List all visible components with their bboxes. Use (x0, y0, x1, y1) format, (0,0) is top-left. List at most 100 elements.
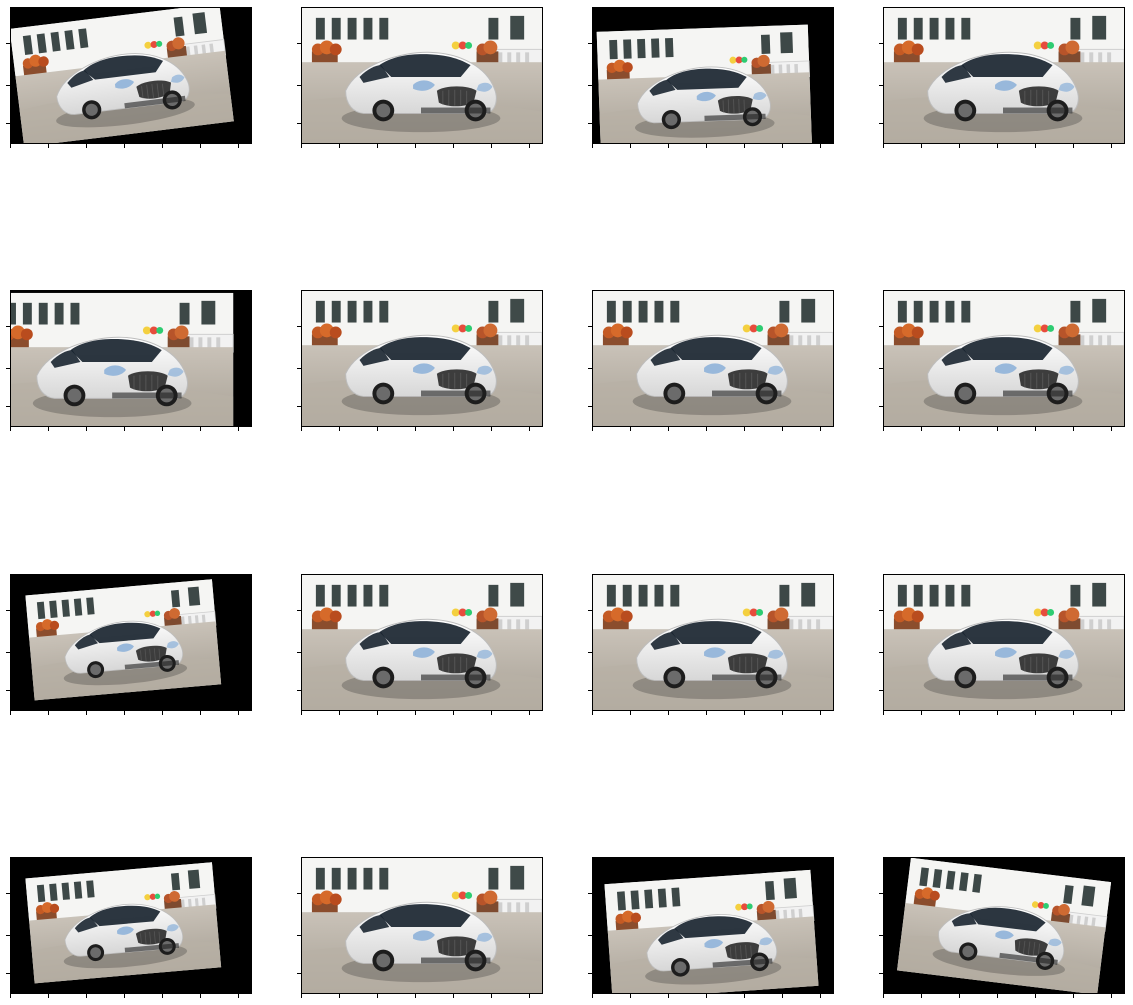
x-tick (921, 994, 922, 998)
x-tick (124, 994, 125, 998)
x-tick (744, 144, 745, 148)
x-tick (1035, 994, 1036, 998)
panel-image (302, 291, 542, 426)
x-tick (10, 427, 11, 431)
image-panel (592, 7, 834, 144)
x-tick (162, 144, 163, 148)
x-tick (10, 994, 11, 998)
y-tick (879, 893, 883, 894)
x-tick (200, 427, 201, 431)
x-tick (959, 144, 960, 148)
panel-image (884, 575, 1124, 710)
y-tick (588, 610, 592, 611)
panel-image (897, 858, 1112, 993)
x-tick (415, 427, 416, 431)
image-panel (10, 574, 252, 711)
y-tick (297, 973, 301, 974)
x-tick (959, 427, 960, 431)
y-tick (588, 85, 592, 86)
x-tick (883, 711, 884, 715)
x-tick (820, 711, 821, 715)
x-tick (921, 711, 922, 715)
panel-image (593, 575, 833, 710)
x-tick (529, 711, 530, 715)
x-tick (339, 427, 340, 431)
x-tick (377, 427, 378, 431)
x-tick (1035, 427, 1036, 431)
x-tick (48, 994, 49, 998)
image-panel (592, 290, 834, 427)
x-tick (1035, 711, 1036, 715)
image-panel (592, 857, 834, 994)
x-tick (959, 994, 960, 998)
panel-image (11, 292, 234, 426)
y-tick (879, 690, 883, 691)
x-tick (48, 144, 49, 148)
x-tick (668, 144, 669, 148)
x-tick (820, 994, 821, 998)
x-tick (820, 427, 821, 431)
x-tick (86, 711, 87, 715)
y-tick (297, 690, 301, 691)
x-tick (301, 994, 302, 998)
x-tick (491, 711, 492, 715)
y-tick (6, 368, 10, 369)
x-tick (339, 144, 340, 148)
panel-image (884, 8, 1124, 143)
x-tick (1111, 144, 1112, 148)
x-tick (630, 711, 631, 715)
y-tick (588, 406, 592, 407)
y-tick (588, 893, 592, 894)
x-tick (921, 144, 922, 148)
x-tick (124, 711, 125, 715)
image-panel (883, 574, 1125, 711)
y-tick (6, 973, 10, 974)
x-tick (453, 994, 454, 998)
x-tick (744, 711, 745, 715)
panel-image (302, 8, 542, 143)
y-tick (297, 893, 301, 894)
y-tick (297, 652, 301, 653)
x-tick (162, 994, 163, 998)
y-tick (879, 368, 883, 369)
x-tick (1035, 144, 1036, 148)
y-tick (588, 326, 592, 327)
y-tick (6, 326, 10, 327)
y-tick (297, 935, 301, 936)
panel-image (302, 858, 542, 993)
x-tick (744, 427, 745, 431)
y-tick (879, 43, 883, 44)
x-tick (592, 994, 593, 998)
x-tick (48, 711, 49, 715)
x-tick (86, 144, 87, 148)
panel-image (11, 8, 234, 143)
x-tick (415, 144, 416, 148)
x-tick (301, 711, 302, 715)
image-panel (301, 7, 543, 144)
x-tick (86, 994, 87, 998)
x-tick (782, 144, 783, 148)
x-tick (668, 711, 669, 715)
image-panel (301, 857, 543, 994)
x-tick (1111, 427, 1112, 431)
x-tick (162, 427, 163, 431)
x-tick (453, 711, 454, 715)
panel-image (604, 869, 819, 993)
y-tick (297, 610, 301, 611)
y-tick (879, 85, 883, 86)
panel-image (302, 575, 542, 710)
image-panel (883, 290, 1125, 427)
x-tick (1073, 144, 1074, 148)
y-tick (6, 610, 10, 611)
x-tick (820, 144, 821, 148)
x-tick (706, 144, 707, 148)
image-panel (301, 574, 543, 711)
x-tick (883, 144, 884, 148)
x-tick (200, 144, 201, 148)
x-tick (1073, 711, 1074, 715)
x-tick (238, 711, 239, 715)
x-tick (1073, 994, 1074, 998)
y-tick (879, 326, 883, 327)
x-tick (782, 994, 783, 998)
x-tick (238, 994, 239, 998)
